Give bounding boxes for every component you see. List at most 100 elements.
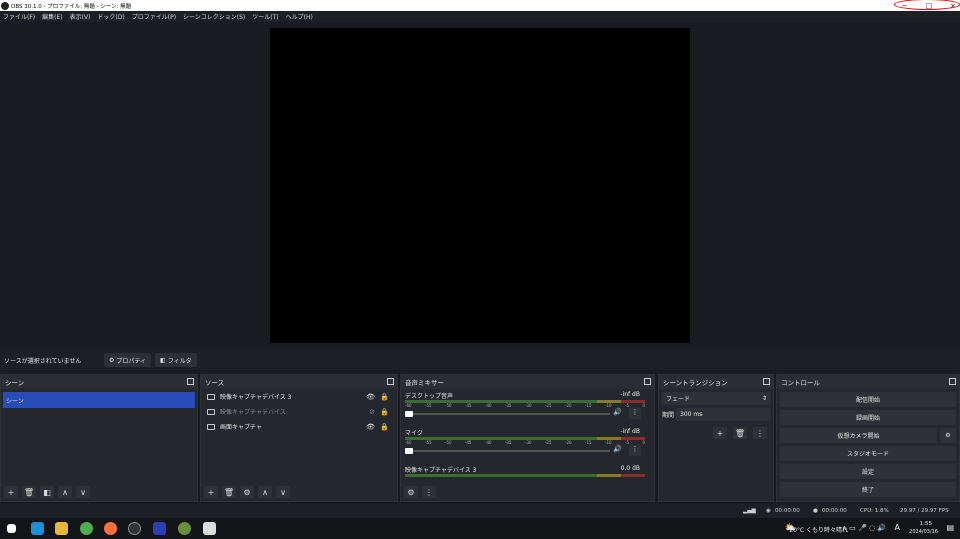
properties-button[interactable]: ⚙ プロパティ bbox=[104, 353, 152, 367]
ime-indicator[interactable]: A bbox=[895, 523, 900, 532]
undock-icon[interactable] bbox=[187, 378, 194, 385]
scene-filters-icon[interactable]: ◧ bbox=[40, 486, 54, 498]
duration-input[interactable]: 300 ms bbox=[676, 408, 770, 421]
slider-handle[interactable] bbox=[405, 411, 413, 417]
notification-icon[interactable]: ▤ bbox=[946, 523, 954, 532]
record-time: 00:00:00 bbox=[822, 508, 847, 514]
menu-view[interactable]: 表示(V) bbox=[70, 12, 91, 21]
camera-icon bbox=[207, 408, 215, 415]
stream-time: 00:00:00 bbox=[775, 508, 800, 514]
exit-button[interactable]: 終了 bbox=[780, 482, 956, 497]
properties-label: プロパティ bbox=[116, 357, 147, 365]
edge-icon[interactable] bbox=[31, 522, 44, 535]
channel-name: マイク bbox=[405, 430, 423, 437]
firefox-icon[interactable] bbox=[104, 522, 117, 535]
menu-file[interactable]: ファイル(F) bbox=[3, 12, 35, 21]
duration-row: 期間 300 ms bbox=[662, 408, 770, 421]
trash-icon[interactable]: 🗑 bbox=[733, 427, 747, 439]
volume-slider[interactable] bbox=[405, 448, 610, 454]
tick-label: 0 bbox=[642, 440, 645, 445]
obs-taskbar-icon[interactable] bbox=[128, 522, 141, 535]
channel-db: -inf dB bbox=[620, 428, 640, 435]
mixer-header: 音声ミキサー bbox=[401, 375, 654, 389]
tick-label: -50 bbox=[445, 403, 452, 408]
undock-icon[interactable] bbox=[949, 378, 956, 385]
clock-date[interactable]: 2024/03/16 bbox=[909, 529, 938, 535]
weather-text[interactable]: 20°C くもり時々晴れ bbox=[789, 525, 848, 534]
mixer-channel: 映像キャプチャデバイス 3 0.0 dB bbox=[401, 463, 654, 477]
trash-icon[interactable]: 🗑 bbox=[222, 486, 236, 498]
no-source-selected-text: ソースが選択されていません bbox=[4, 357, 82, 365]
stream-status-icon: ◉ bbox=[766, 508, 771, 514]
advanced-audio-icon[interactable]: ⚙ bbox=[404, 486, 418, 498]
undock-icon[interactable] bbox=[644, 378, 651, 385]
eye-icon[interactable]: 👁 bbox=[366, 423, 375, 431]
tick-label: -40 bbox=[485, 440, 492, 445]
speaker-icon[interactable]: 🔊 bbox=[613, 445, 622, 453]
add-scene-button[interactable]: + bbox=[4, 486, 18, 498]
settings-button[interactable]: 設定 bbox=[780, 464, 956, 479]
menu-dock[interactable]: ドック(D) bbox=[97, 12, 124, 21]
windows-start-icon[interactable] bbox=[7, 524, 16, 533]
camera-icon bbox=[207, 393, 215, 400]
gear-icon[interactable]: ⚙ bbox=[240, 486, 254, 498]
preview-canvas[interactable] bbox=[270, 28, 690, 343]
undock-icon[interactable] bbox=[763, 378, 770, 385]
app-icon[interactable] bbox=[153, 522, 166, 535]
eye-hidden-icon[interactable]: ⊘ bbox=[369, 408, 375, 416]
scene-item[interactable]: シーン bbox=[3, 392, 195, 408]
tick-label: -60 bbox=[405, 440, 412, 445]
app-icon[interactable] bbox=[178, 522, 191, 535]
move-up-icon[interactable]: ∧ bbox=[258, 486, 272, 498]
volume-slider[interactable] bbox=[405, 411, 610, 417]
slider-handle[interactable] bbox=[405, 448, 413, 454]
undock-icon[interactable] bbox=[387, 378, 394, 385]
tick-label: -55 bbox=[425, 403, 432, 408]
menu-tools[interactable]: ツール(T) bbox=[252, 12, 278, 21]
lock-icon[interactable]: 🔒 bbox=[380, 408, 389, 416]
tick-label: -25 bbox=[545, 403, 552, 408]
more-options-icon[interactable]: ⋮ bbox=[629, 445, 641, 456]
lock-icon[interactable]: 🔒 bbox=[380, 423, 389, 431]
move-down-icon[interactable]: ∨ bbox=[276, 486, 290, 498]
tick-label: -35 bbox=[505, 440, 512, 445]
channel-db: 0.0 dB bbox=[620, 465, 640, 472]
add-source-button[interactable]: + bbox=[204, 486, 218, 498]
start-virtual-camera-button[interactable]: 仮想カメラ開始 bbox=[780, 428, 937, 443]
more-options-icon[interactable]: ⋮ bbox=[753, 427, 767, 439]
chrome-icon[interactable] bbox=[80, 522, 93, 535]
menu-edit[interactable]: 編集(E) bbox=[42, 12, 62, 21]
add-transition-button[interactable]: + bbox=[713, 427, 727, 439]
source-item[interactable]: 映像キャプチャデバイス ⊘ 🔒 bbox=[201, 404, 397, 419]
scenes-dock: シーン シーン + 🗑 ◧ ∧ ∨ bbox=[0, 374, 198, 502]
menu-profile[interactable]: プロファイル(P) bbox=[132, 12, 176, 21]
gear-icon[interactable]: ⚙ bbox=[940, 428, 956, 443]
transition-select[interactable]: フェード ⇕ bbox=[662, 392, 770, 405]
tick-label: -15 bbox=[585, 403, 592, 408]
start-recording-button[interactable]: 録画開始 bbox=[780, 410, 956, 425]
speaker-icon[interactable]: 🔊 bbox=[613, 408, 622, 416]
channel-name: 映像キャプチャデバイス 3 bbox=[405, 467, 477, 474]
mixer-channel: デスクトップ音声 -inf dB -60 -55 -50 -45 -40 -35 -30 -2… bbox=[401, 389, 654, 426]
file-explorer-icon[interactable] bbox=[55, 522, 68, 535]
channel-name: デスクトップ音声 bbox=[405, 393, 454, 400]
eye-icon[interactable]: 👁 bbox=[366, 393, 375, 401]
tick-label: -30 bbox=[525, 403, 532, 408]
move-down-icon[interactable]: ∨ bbox=[76, 486, 90, 498]
filters-button[interactable]: ◧ フィルタ bbox=[155, 353, 197, 367]
start-streaming-button[interactable]: 配信開始 bbox=[780, 392, 956, 407]
source-item[interactable]: 画面キャプチャ 👁 🔒 bbox=[201, 419, 397, 434]
more-options-icon[interactable]: ⋮ bbox=[422, 486, 436, 498]
studio-mode-button[interactable]: スタジオモード bbox=[780, 446, 956, 461]
source-item[interactable]: 映像キャプチャデバイス 3 👁 🔒 bbox=[201, 389, 397, 404]
security-icon[interactable] bbox=[203, 522, 216, 535]
sources-title: ソース bbox=[205, 379, 225, 387]
trash-icon[interactable]: 🗑 bbox=[22, 486, 36, 498]
clock-time[interactable]: 1:55 bbox=[920, 521, 932, 527]
menu-help[interactable]: ヘルプ(H) bbox=[286, 12, 313, 21]
move-up-icon[interactable]: ∧ bbox=[58, 486, 72, 498]
menu-scene-collection[interactable]: シーンコレクション(S) bbox=[183, 12, 245, 21]
tray-icons[interactable]: ∧ ▭ 🎤 ◌ 🔊 bbox=[842, 524, 886, 532]
more-options-icon[interactable]: ⋮ bbox=[629, 408, 641, 419]
lock-icon[interactable]: 🔒 bbox=[380, 393, 389, 401]
